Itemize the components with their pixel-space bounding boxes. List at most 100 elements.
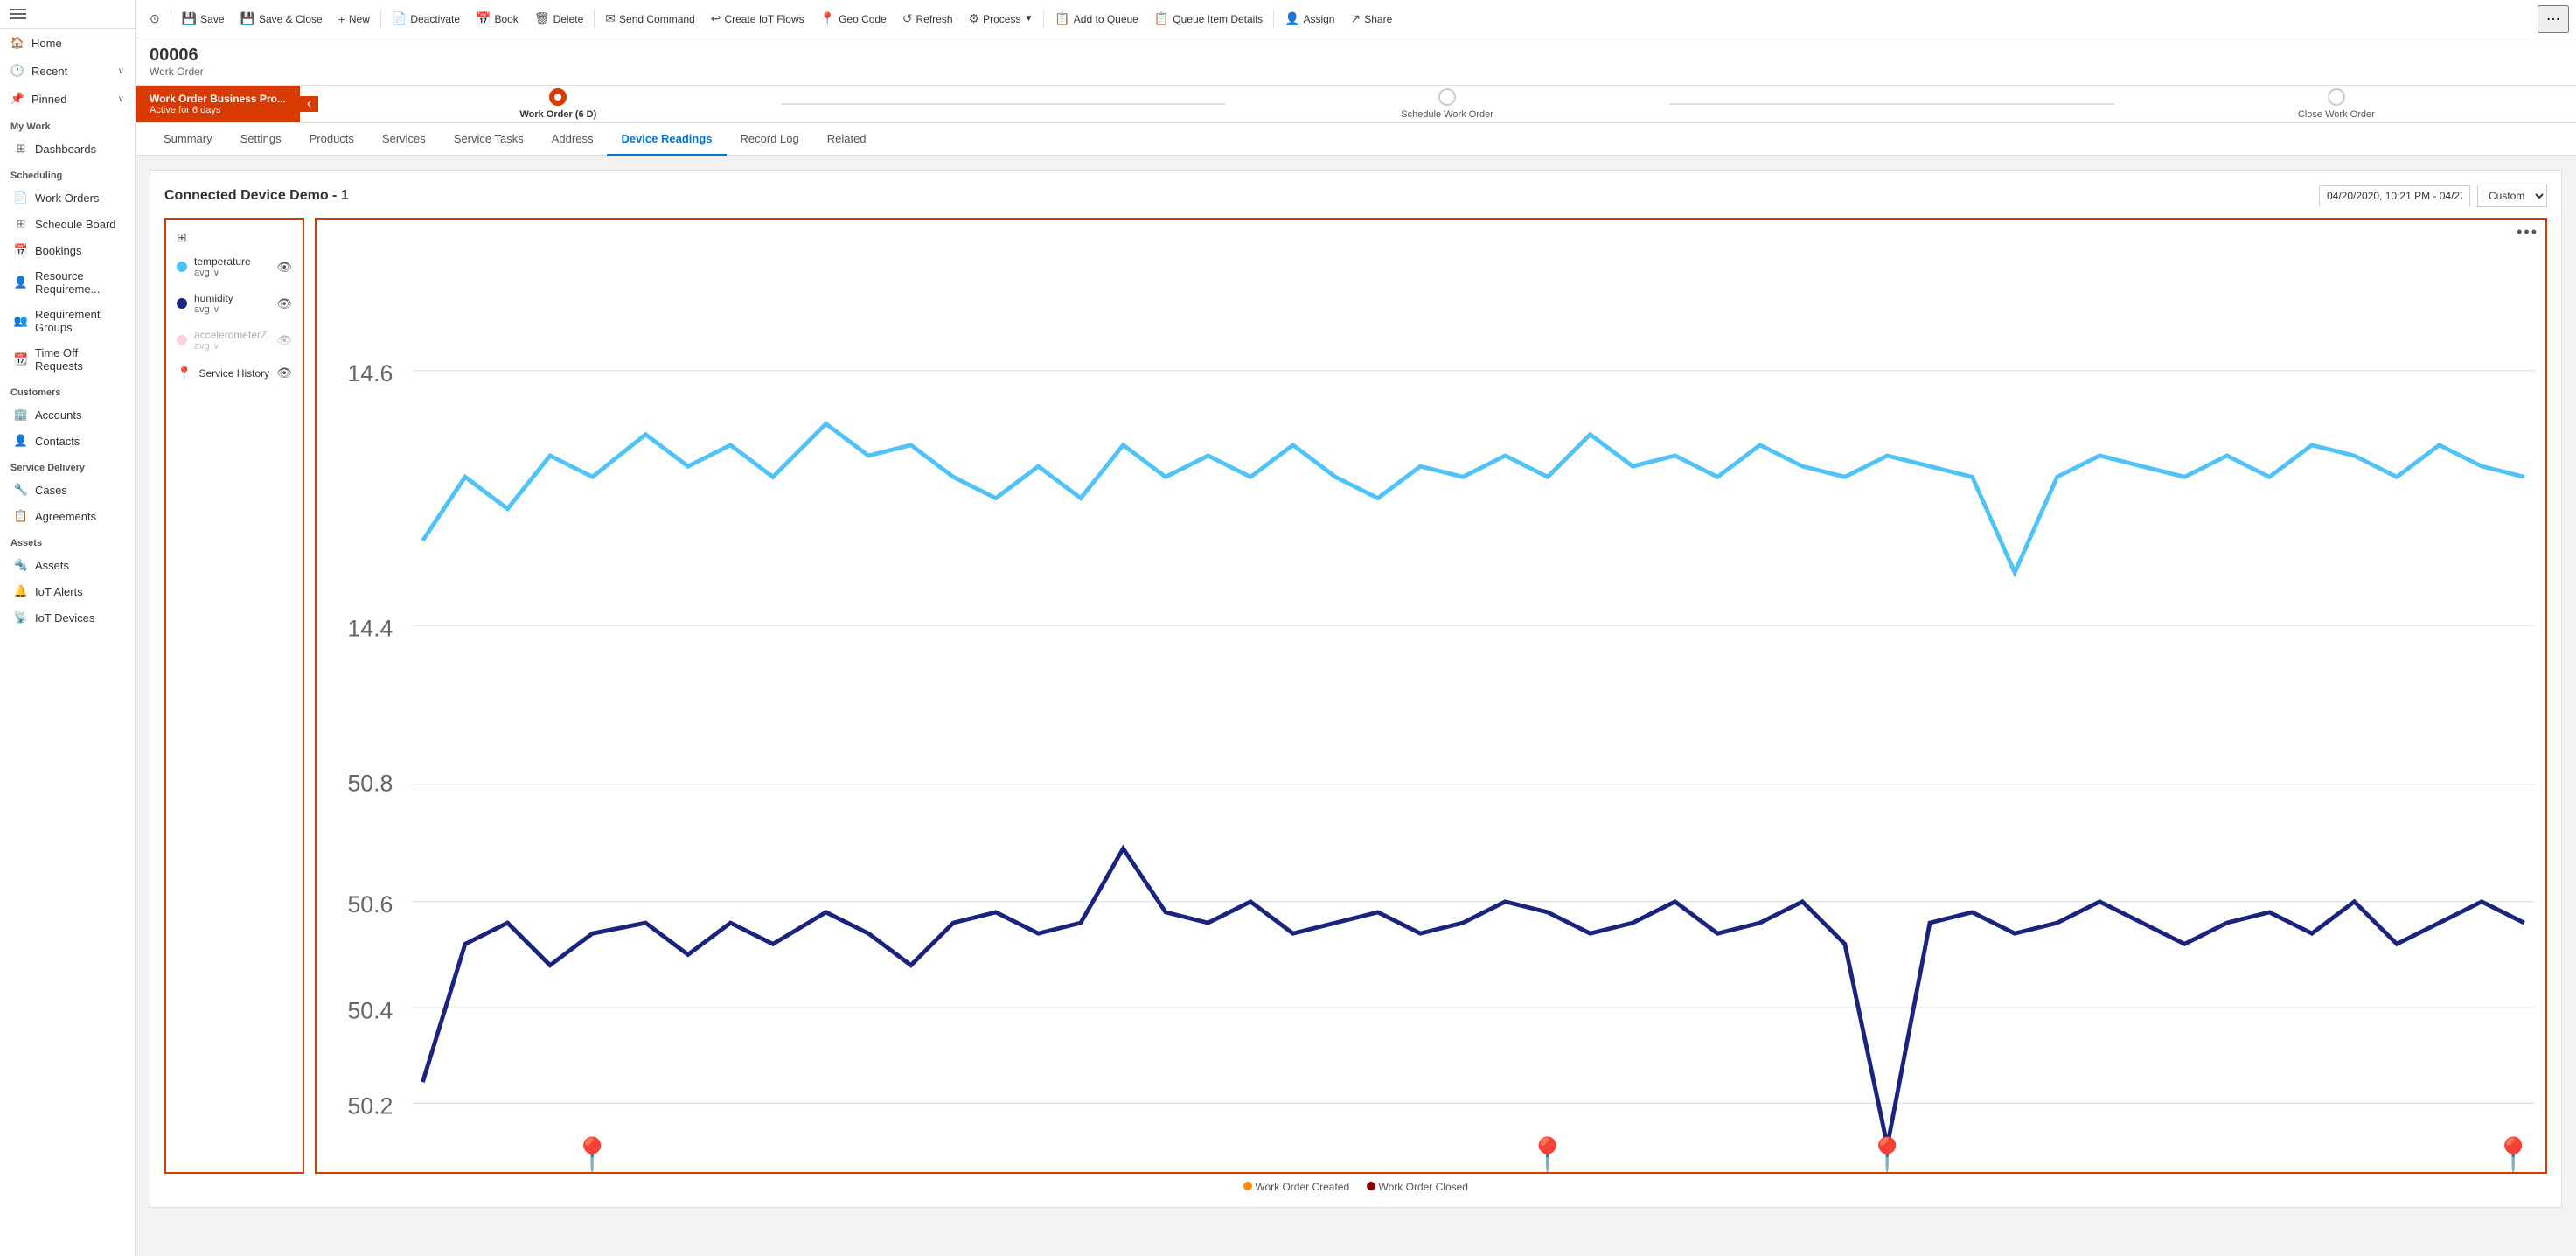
save-close-button[interactable]: 💾 Save & Close [233,8,330,30]
dashboards-icon: ⊞ [14,142,28,156]
temperature-visibility-toggle[interactable]: 👁 [276,260,292,275]
stage-line-1 [781,103,1225,105]
sidebar-item-dashboards[interactable]: ⊞ Dashboards [0,136,135,162]
chart-legend: ⊞ temperature avg ∨ 👁 [164,218,304,1174]
stage-circle-schedule [1438,88,1456,106]
wo-closed-dot [1367,1182,1375,1190]
work-orders-icon: 📄 [14,191,28,205]
tab-summary[interactable]: Summary [150,123,226,156]
tab-record-log[interactable]: Record Log [727,123,813,156]
assign-icon: 👤 [1285,11,1299,26]
create-iot-flows-button[interactable]: ↩ Create IoT Flows [704,8,811,30]
sidebar-item-work-orders[interactable]: 📄 Work Orders [0,185,135,211]
save-icon: 💾 [182,11,197,26]
add-to-queue-icon: 📋 [1055,11,1069,26]
section-label-service-delivery: Service Delivery [0,454,135,477]
date-range-input[interactable] [2319,185,2470,206]
temperature-sublabel: avg ∨ [194,268,251,278]
resource-req-icon: 👤 [14,276,28,290]
status-badge: Work Order Business Pro... Active for 6 … [136,86,300,122]
status-bar: Work Order Business Pro... Active for 6 … [136,86,2576,123]
sidebar-header [0,0,135,29]
more-options-button[interactable]: ⋯ [2538,5,2569,33]
status-chevron-button[interactable]: ‹ [300,96,318,112]
queue-item-details-button[interactable]: 📋 Queue Item Details [1147,8,1270,30]
tab-address[interactable]: Address [538,123,608,156]
toolbar-separator-4 [1043,10,1044,28]
svg-text:📍: 📍 [571,1135,613,1174]
svg-text:50.2: 50.2 [347,1093,393,1120]
humidity-dot [177,298,187,309]
chevron-down-icon[interactable]: ∨ [213,269,219,278]
stage-schedule[interactable]: Schedule Work Order [1225,88,1669,120]
sidebar-item-assets[interactable]: 🔩 Assets [0,552,135,578]
tab-device-readings[interactable]: Device Readings [607,123,726,156]
iot-alerts-icon: 🔔 [14,584,28,598]
sidebar-item-schedule-board[interactable]: ⊞ Schedule Board [0,211,135,237]
save-close-icon: 💾 [240,11,255,26]
humidity-sublabel: avg ∨ [194,304,233,315]
tab-services[interactable]: Services [368,123,440,156]
home-icon: 🏠 [10,36,24,50]
sidebar-item-requirement-groups[interactable]: 👥 Requirement Groups [0,302,135,340]
save-button[interactable]: 💾 Save [175,8,232,30]
sidebar-item-resource-requirements[interactable]: 👤 Resource Requireme... [0,263,135,302]
sidebar-item-recent[interactable]: 🕐 Recent ∨ [0,57,135,85]
humidity-visibility-toggle[interactable]: 👁 [276,297,292,311]
section-label-assets: Assets [0,529,135,552]
chevron-down-icon[interactable]: ∨ [213,342,219,352]
refresh-button[interactable]: ↺ Refresh [895,8,960,30]
chevron-down-icon[interactable]: ∨ [213,305,219,315]
new-button[interactable]: + New [331,9,377,30]
send-command-icon: ✉ [605,11,616,26]
tabs-bar: Summary Settings Products Services Servi… [136,123,2576,156]
sidebar-item-agreements[interactable]: 📋 Agreements [0,503,135,529]
sidebar-item-time-off-requests[interactable]: 📆 Time Off Requests [0,340,135,379]
tab-service-tasks[interactable]: Service Tasks [440,123,538,156]
send-command-button[interactable]: ✉ Send Command [598,8,701,30]
sidebar-item-accounts[interactable]: 🏢 Accounts [0,401,135,428]
tab-settings[interactable]: Settings [226,123,296,156]
assign-button[interactable]: 👤 Assign [1278,8,1341,30]
tab-related[interactable]: Related [813,123,881,156]
date-range-select[interactable]: Custom [2477,185,2547,207]
sidebar-item-cases[interactable]: 🔧 Cases [0,477,135,503]
tab-products[interactable]: Products [296,123,368,156]
sidebar-item-iot-alerts[interactable]: 🔔 IoT Alerts [0,578,135,604]
service-history-label: Service History [198,367,269,380]
svg-text:50.6: 50.6 [347,891,393,918]
chevron-down-icon: ∨ [118,66,124,76]
new-icon: + [338,12,345,26]
sidebar-item-pinned[interactable]: 📌 Pinned ∨ [0,85,135,113]
sidebar-item-contacts[interactable]: 👤 Contacts [0,428,135,454]
share-button[interactable]: ↗ Share [1343,8,1399,30]
temperature-dot [177,262,187,272]
chart-more-options-button[interactable]: ••• [2517,223,2538,241]
sidebar-item-home[interactable]: 🏠 Home [0,29,135,57]
status-badge-title: Work Order Business Pro... [150,93,286,105]
geo-code-button[interactable]: 📍 Geo Code [813,8,894,30]
deactivate-button[interactable]: 📄 Deactivate [385,8,467,30]
assets-icon: 🔩 [14,558,28,572]
book-button[interactable]: 📅 Book [469,8,526,30]
stage-work-order[interactable]: Work Order (6 D) [336,88,780,120]
service-history-visibility-toggle[interactable]: 👁 [276,366,292,380]
delete-button[interactable]: 🗑 Delete [527,8,590,30]
sidebar-item-bookings[interactable]: 📅 Bookings [0,237,135,263]
sidebar-item-iot-devices[interactable]: 📡 IoT Devices [0,604,135,631]
wo-created-dot [1243,1182,1252,1190]
accelerometerz-visibility-toggle[interactable]: 👁 [276,333,292,348]
chart-footer: Work Order Created Work Order Closed [164,1181,2547,1193]
main-content: ⊙ 💾 Save 💾 Save & Close + New 📄 Deactiva… [136,0,2576,1256]
stage-label-work-order: Work Order (6 D) [519,109,596,120]
toolbar-separator-2 [380,10,381,28]
chart-title: Connected Device Demo - 1 [164,188,349,204]
add-to-queue-button[interactable]: 📋 Add to Queue [1048,8,1145,30]
cases-icon: 🔧 [14,483,28,497]
section-label-scheduling: Scheduling [0,162,135,185]
process-button[interactable]: ⚙ Process ▼ [962,8,1041,30]
hamburger-menu-icon[interactable] [10,9,26,19]
section-label-customers: Customers [0,379,135,401]
stage-close[interactable]: Close Work Order [2114,88,2559,120]
history-button[interactable]: ⊙ [143,8,167,30]
